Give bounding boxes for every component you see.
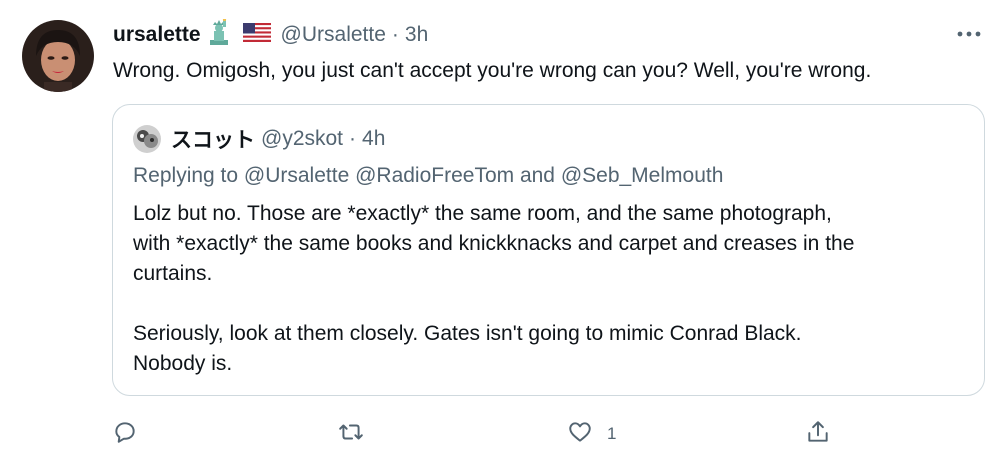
retweet-button[interactable]: [338, 419, 378, 449]
tweet-header: ursalette @Ursalette · 3h: [113, 17, 428, 51]
author-name[interactable]: ursalette: [113, 23, 201, 47]
share-button[interactable]: [805, 419, 831, 449]
quoted-tweet[interactable]: スコット @y2skot · 4h Replying to @Ursalette…: [112, 104, 985, 396]
quoted-tweet-header: スコット @y2skot · 4h: [133, 125, 385, 153]
heart-icon: [567, 419, 593, 450]
reply-icon: [112, 419, 138, 450]
reply-button[interactable]: [112, 419, 152, 449]
quoted-author-name[interactable]: スコット: [171, 124, 255, 154]
avatar[interactable]: [22, 20, 94, 92]
like-button[interactable]: 1: [567, 419, 616, 449]
quoted-separator-dot: ·: [349, 127, 357, 150]
quoted-author-handle[interactable]: @y2skot: [261, 127, 343, 151]
statue-of-liberty-icon: [207, 17, 231, 51]
tweet: ursalette @Ursalette · 3h Wrong. Omigosh…: [0, 0, 1006, 468]
quoted-time[interactable]: 4h: [362, 127, 385, 151]
us-flag-icon: [242, 22, 271, 48]
more-options-icon[interactable]: [954, 24, 984, 44]
replying-to: Replying to @Ursalette @RadioFreeTom and…: [133, 164, 724, 187]
tweet-text: Wrong. Omigosh, you just can't accept yo…: [113, 59, 872, 82]
author-handle[interactable]: @Ursalette: [281, 23, 386, 47]
retweet-icon: [338, 419, 364, 450]
quoted-avatar[interactable]: [133, 125, 161, 153]
tweet-actions: 1: [0, 412, 1006, 456]
quoted-tweet-text: Lolz but no. Those are *exactly* the sam…: [133, 202, 855, 375]
tweet-time[interactable]: 3h: [405, 23, 428, 47]
separator-dot: ·: [391, 23, 399, 46]
like-count: 1: [607, 424, 617, 443]
share-icon: [805, 419, 831, 450]
